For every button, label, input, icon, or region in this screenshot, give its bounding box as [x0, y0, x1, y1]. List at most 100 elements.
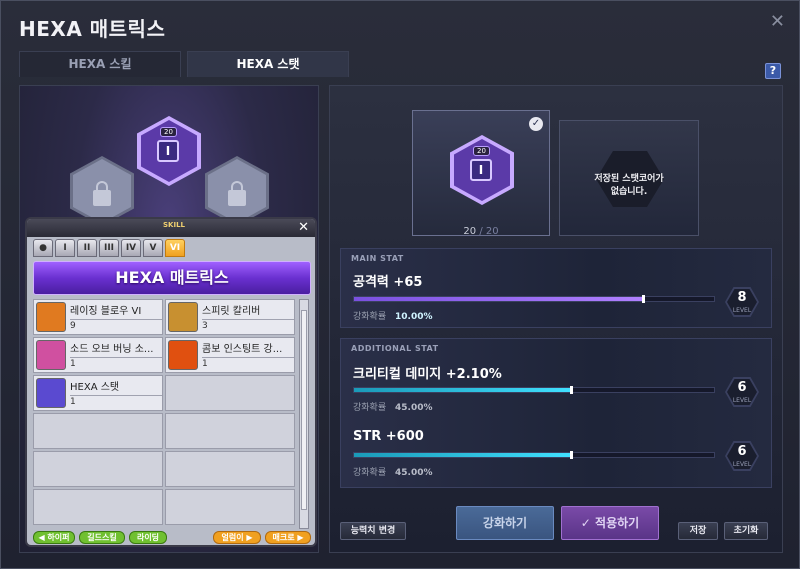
enhance-button[interactable]: 강화하기 — [456, 506, 554, 540]
skill-tab-3[interactable]: III — [99, 239, 119, 257]
change-ability-button[interactable]: 능력치 변경 — [340, 522, 406, 540]
stat-panel: ✓ 20 Ⅰ 20 / 20 저장된 스탯코어가 없습니다. MAIN STAT… — [329, 85, 783, 553]
level-label: LEVEL — [732, 461, 752, 468]
check-circle-icon: ✓ — [580, 516, 591, 530]
progress-fill — [354, 453, 570, 457]
tab-hexa-skill[interactable]: HEXA 스킬 — [19, 51, 181, 77]
probability-label: 강화확률 — [353, 403, 387, 413]
hexa-stat-core-icon: Ⅰ — [157, 140, 179, 162]
skill-icon — [168, 302, 198, 332]
additional-stat-1-level: 6 — [737, 380, 747, 395]
main-stat-label: 공격력 — [353, 275, 389, 290]
saved-stat-core[interactable]: 저장된 스탯코어가 없습니다. — [559, 120, 699, 236]
list-item-empty — [165, 489, 295, 525]
tab-hexa-stat[interactable]: HEXA 스탯 — [187, 51, 349, 77]
close-icon[interactable]: ✕ — [298, 220, 309, 235]
skill-tab-5[interactable]: V — [143, 239, 163, 257]
main-stat-progress-bar — [353, 295, 715, 303]
skill-list-scrollbar[interactable] — [299, 299, 309, 529]
skill-name: 레이징 블로우 VI — [70, 306, 142, 317]
main-stat-progress-fill — [354, 297, 642, 301]
list-item[interactable]: 콤보 인스팅트 강... 1 — [165, 337, 295, 373]
additional-stat-1-name: 크리티컬 데미지 +2.10% — [353, 363, 502, 382]
skill-window-footer: ◀ 하이퍼 길드스킬 라이딩 얼럼이 ▶ 매크로 ▶ — [33, 531, 311, 545]
skill-level: 1 — [70, 395, 162, 407]
level-label: LEVEL — [732, 307, 752, 314]
skill-level: 3 — [202, 319, 294, 331]
progress-marker — [642, 295, 645, 303]
core-count-max: 20 — [485, 226, 499, 237]
list-item[interactable]: 레이징 블로우 VI 9 — [33, 299, 163, 335]
skill-level: 1 — [70, 357, 162, 369]
guild-skill-button[interactable]: 길드스킬 — [79, 531, 125, 544]
saved-core-message: 저장된 스탯코어가 없습니다. — [560, 173, 698, 199]
hyper-skill-button[interactable]: ◀ 하이퍼 — [33, 531, 75, 544]
skill-name: 콤보 인스팅트 강... — [202, 344, 283, 355]
check-icon: ✓ — [529, 117, 543, 131]
equipped-stat-core[interactable]: ✓ 20 Ⅰ — [412, 110, 550, 236]
skill-icon — [168, 340, 198, 370]
scrollbar-thumb[interactable] — [301, 310, 307, 510]
skill-icon — [36, 378, 66, 408]
apply-button[interactable]: ✓ 적용하기 — [561, 506, 659, 540]
additional-stat-2-progress-bar — [353, 451, 715, 459]
skill-icon — [36, 340, 66, 370]
hexa-stat-core-icon: Ⅰ — [470, 159, 492, 181]
list-item-empty — [33, 413, 163, 449]
additional-stat-box: ADDITIONAL STAT 크리티컬 데미지 +2.10% 강화확률 45.… — [340, 338, 772, 488]
core-count: 20 / 20 — [412, 226, 550, 237]
hexa-matrix-window: HEXA 매트릭스 ✕ ? HEXA 스킬 HEXA 스탯 20 Ⅰ SKILL… — [0, 0, 800, 569]
skill-icon — [36, 302, 66, 332]
list-item[interactable]: 스피릿 칼리버 3 — [165, 299, 295, 335]
skill-job-tabs: ● I II III IV V VI — [33, 239, 185, 259]
skill-window: SKILL ✕ ● I II III IV V VI HEXA 매트릭스 레이징… — [25, 217, 317, 547]
stat-value: +600 — [385, 429, 424, 444]
riding-skill-button[interactable]: 라이딩 — [129, 531, 167, 544]
save-button[interactable]: 저장 — [678, 522, 718, 540]
list-item-empty — [33, 489, 163, 525]
core-count-separator: / — [479, 226, 483, 237]
progress-fill — [354, 388, 570, 392]
main-stat-box: MAIN STAT 공격력 +65 강화확률 10.00% 8 LEVEL — [340, 248, 772, 328]
additional-stat-header: ADDITIONAL STAT — [351, 344, 439, 353]
core-level-tag: 20 — [160, 127, 177, 137]
close-icon[interactable]: ✕ — [770, 11, 785, 32]
progress-marker — [570, 451, 573, 459]
core-count-current: 20 — [463, 226, 477, 237]
list-item-empty — [165, 451, 295, 487]
main-stat-probability: 강화확률 10.00% — [353, 309, 433, 322]
level-label: LEVEL — [732, 397, 752, 404]
reset-button[interactable]: 초기화 — [724, 522, 768, 540]
main-stat-name: 공격력 +65 — [353, 271, 422, 290]
apply-button-label: 적용하기 — [595, 516, 640, 530]
skill-name: 스피릿 칼리버 — [202, 306, 261, 317]
skill-window-tag: SKILL — [163, 221, 185, 229]
progress-marker — [570, 386, 573, 394]
saved-core-message-line2: 없습니다. — [610, 187, 648, 197]
macro-button[interactable]: 매크로 ▶ — [265, 531, 311, 544]
list-item[interactable]: HEXA 스탯 1 — [33, 375, 163, 411]
skill-tab-2[interactable]: II — [77, 239, 97, 257]
lock-icon — [93, 181, 111, 206]
skill-list: 레이징 블로우 VI 9 스피릿 칼리버 3 소드 오브 버닝 소... 1 콤… — [33, 299, 295, 529]
skill-level: 1 — [202, 357, 294, 369]
lock-icon — [228, 181, 246, 206]
hyper-button[interactable]: 얼럼이 ▶ — [213, 531, 261, 544]
probability-label: 강화확률 — [353, 312, 387, 322]
probability-value: 45.00% — [395, 403, 433, 413]
skill-tab-6[interactable]: VI — [165, 239, 185, 257]
additional-stat-1-probability: 강화확률 45.00% — [353, 400, 433, 413]
skill-name: 소드 오브 버닝 소... — [70, 344, 154, 355]
skill-name: HEXA 스탯 — [70, 382, 120, 393]
hexa-matrix-banner[interactable]: HEXA 매트릭스 — [33, 261, 311, 295]
skill-level: 9 — [70, 319, 162, 331]
skill-tab-beginner[interactable]: ● — [33, 239, 53, 257]
list-item[interactable]: 소드 오브 버닝 소... 1 — [33, 337, 163, 373]
skill-tab-4[interactable]: IV — [121, 239, 141, 257]
stat-label: STR — [353, 429, 382, 444]
probability-value: 45.00% — [395, 468, 433, 478]
skill-tab-1[interactable]: I — [55, 239, 75, 257]
help-button[interactable]: ? — [765, 63, 781, 79]
additional-stat-2-probability: 강화확률 45.00% — [353, 465, 433, 478]
main-stat-level: 8 — [737, 290, 747, 305]
